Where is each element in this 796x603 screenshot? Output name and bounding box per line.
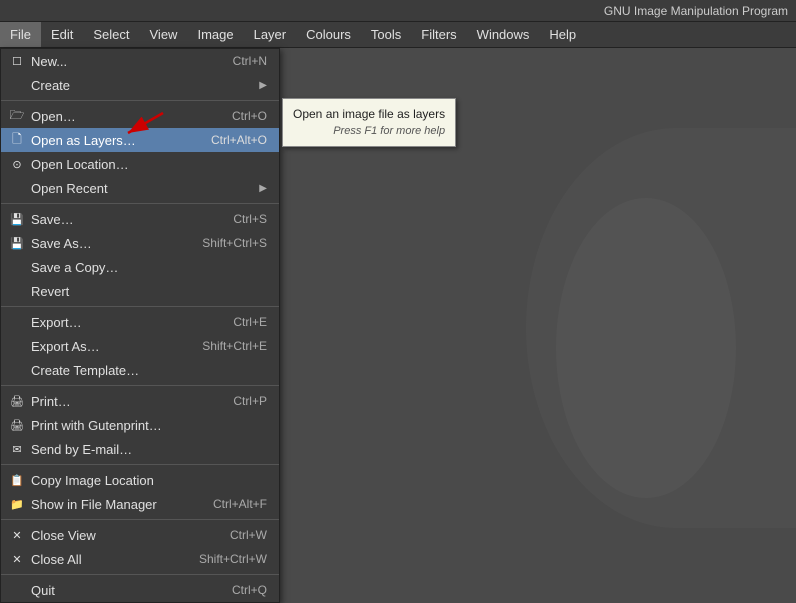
menu-item-save[interactable]: 💾 Save… Ctrl+S xyxy=(1,207,279,231)
separator-5 xyxy=(1,464,279,465)
open-icon: 🗁 xyxy=(7,106,27,127)
menu-item-close-view[interactable]: ✕ Close View Ctrl+W xyxy=(1,523,279,547)
open-recent-arrow: ▶ xyxy=(259,183,267,194)
menu-help[interactable]: Help xyxy=(539,22,586,47)
new-icon: ☐ xyxy=(7,55,27,68)
print-icon: 🖨 xyxy=(7,395,27,408)
separator-6 xyxy=(1,519,279,520)
menu-item-print[interactable]: 🖨 Print… Ctrl+P xyxy=(1,389,279,413)
menu-item-open-as-layers[interactable]: 🗋 Open as Layers… Ctrl+Alt+O xyxy=(1,128,279,152)
menu-item-export[interactable]: Export… Ctrl+E xyxy=(1,310,279,334)
menu-view[interactable]: View xyxy=(140,22,188,47)
menu-file[interactable]: File xyxy=(0,22,41,47)
menu-item-create-template[interactable]: Create Template… xyxy=(1,358,279,382)
menu-item-open-recent[interactable]: Open Recent ▶ xyxy=(1,176,279,200)
print-guten-icon: 🖨 xyxy=(7,419,27,432)
menu-item-print-guten[interactable]: 🖨 Print with Gutenprint… xyxy=(1,413,279,437)
menu-item-copy-location[interactable]: 📋 Copy Image Location xyxy=(1,468,279,492)
save-icon: 💾 xyxy=(7,213,27,226)
close-all-icon: ✕ xyxy=(7,553,27,566)
create-arrow: ▶ xyxy=(259,80,267,91)
menu-item-revert[interactable]: Revert xyxy=(1,279,279,303)
menu-item-create[interactable]: Create ▶ xyxy=(1,73,279,97)
menu-item-show-manager[interactable]: 📁 Show in File Manager Ctrl+Alt+F xyxy=(1,492,279,516)
tooltip-hint: Press F1 for more help xyxy=(293,123,445,140)
open-location-icon: ⊙ xyxy=(7,158,27,171)
menu-item-save-as[interactable]: 💾 Save As… Shift+Ctrl+S xyxy=(1,231,279,255)
menu-item-send-email[interactable]: ✉ Send by E-mail… xyxy=(1,437,279,461)
separator-1 xyxy=(1,100,279,101)
menu-item-open-location[interactable]: ⊙ Open Location… xyxy=(1,152,279,176)
menu-tools[interactable]: Tools xyxy=(361,22,411,47)
menu-item-new[interactable]: ☐ New... Ctrl+N xyxy=(1,49,279,73)
menu-item-save-copy[interactable]: Save a Copy… xyxy=(1,255,279,279)
menu-item-close-all[interactable]: ✕ Close All Shift+Ctrl+W xyxy=(1,547,279,571)
menu-item-export-as[interactable]: Export As… Shift+Ctrl+E xyxy=(1,334,279,358)
menu-filters[interactable]: Filters xyxy=(411,22,466,47)
close-view-icon: ✕ xyxy=(7,529,27,542)
separator-3 xyxy=(1,306,279,307)
menu-item-open[interactable]: 🗁 Open… Ctrl+O xyxy=(1,104,279,128)
menu-select[interactable]: Select xyxy=(83,22,139,47)
menu-image[interactable]: Image xyxy=(187,22,243,47)
tooltip-text: Open an image file as layers xyxy=(293,105,445,123)
show-manager-icon: 📁 xyxy=(7,498,27,511)
separator-7 xyxy=(1,574,279,575)
menu-edit[interactable]: Edit xyxy=(41,22,83,47)
menu-item-quit[interactable]: Quit Ctrl+Q xyxy=(1,578,279,602)
title-bar: GNU Image Manipulation Program xyxy=(0,0,796,22)
separator-2 xyxy=(1,203,279,204)
menu-windows[interactable]: Windows xyxy=(467,22,540,47)
copy-location-icon: 📋 xyxy=(7,474,27,487)
title-bar-text: GNU Image Manipulation Program xyxy=(604,4,788,18)
menu-bar: File Edit Select View Image Layer Colour… xyxy=(0,22,796,48)
tooltip-popup: Open an image file as layers Press F1 fo… xyxy=(282,98,456,147)
file-dropdown: ☐ New... Ctrl+N Create ▶ 🗁 Open… Ctrl+O … xyxy=(0,48,280,603)
menu-layer[interactable]: Layer xyxy=(244,22,297,47)
send-email-icon: ✉ xyxy=(7,443,27,456)
separator-4 xyxy=(1,385,279,386)
open-layers-icon: 🗋 xyxy=(7,130,27,151)
menu-colours[interactable]: Colours xyxy=(296,22,361,47)
save-as-icon: 💾 xyxy=(7,237,27,250)
